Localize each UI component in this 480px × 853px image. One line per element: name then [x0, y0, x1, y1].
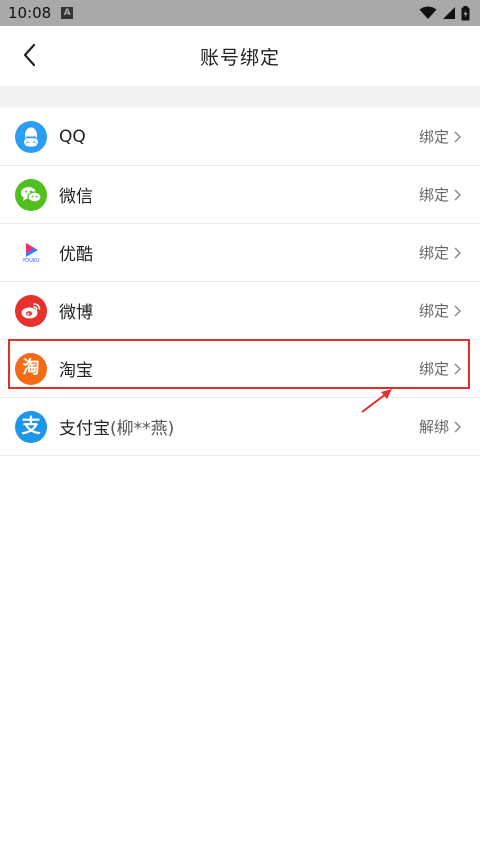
youku-wordmark: YOUKU	[22, 257, 40, 264]
notification-icon: A	[61, 7, 74, 19]
bind-button[interactable]: 绑定	[419, 358, 461, 379]
bind-button[interactable]: 绑定	[419, 300, 461, 321]
wifi-icon	[419, 6, 437, 20]
chevron-right-icon	[454, 362, 461, 375]
nav-bar: 账号绑定	[0, 26, 480, 86]
chevron-right-icon	[454, 304, 461, 317]
account-name: 优酷	[59, 245, 93, 265]
taobao-icon: 淘	[15, 352, 47, 385]
qq-icon	[15, 120, 47, 153]
bind-button[interactable]: 绑定	[419, 184, 461, 205]
action-label: 绑定	[418, 244, 449, 262]
account-list: QQ 绑定 微信 绑定 YOUKU 优酷 绑定 微博 绑定 淘 淘宝 绑定 支 …	[0, 108, 480, 456]
page-title: 账号绑定	[199, 46, 280, 69]
chevron-right-icon	[454, 246, 461, 259]
weibo-icon	[15, 294, 47, 327]
account-row-wechat[interactable]: 微信 绑定	[0, 166, 480, 224]
bind-button[interactable]: 绑定	[419, 242, 461, 263]
status-icons	[419, 5, 470, 21]
account-row-youku[interactable]: YOUKU 优酷 绑定	[0, 224, 480, 282]
status-time: 10:08	[8, 4, 52, 22]
bind-button[interactable]: 绑定	[419, 126, 461, 147]
account-name: 淘宝	[59, 361, 93, 381]
action-label: 绑定	[418, 186, 449, 204]
action-label: 绑定	[418, 302, 449, 320]
chevron-right-icon	[454, 188, 461, 201]
alipay-icon: 支	[15, 410, 47, 443]
alipay-glyph: 支	[21, 415, 41, 437]
action-label: 绑定	[418, 128, 449, 146]
account-name: QQ	[59, 126, 86, 147]
wechat-icon	[15, 178, 47, 211]
action-label: 绑定	[418, 360, 449, 378]
account-name: 支付宝(柳**燕)	[59, 419, 175, 439]
account-row-qq[interactable]: QQ 绑定	[0, 108, 480, 166]
chevron-right-icon	[454, 130, 461, 143]
account-holder: (柳**燕)	[110, 419, 175, 439]
unbind-button[interactable]: 解绑	[419, 416, 461, 437]
action-label: 解绑	[418, 418, 449, 436]
account-name: 微信	[59, 187, 93, 207]
section-divider	[0, 86, 480, 108]
account-row-alipay[interactable]: 支 支付宝(柳**燕) 解绑	[0, 398, 480, 456]
account-name: 微博	[59, 303, 93, 323]
back-button[interactable]	[14, 41, 46, 73]
account-row-weibo[interactable]: 微博 绑定	[0, 282, 480, 340]
taobao-glyph: 淘	[22, 358, 40, 378]
signal-icon	[442, 6, 456, 20]
account-row-taobao[interactable]: 淘 淘宝 绑定	[0, 340, 480, 398]
battery-icon	[461, 5, 470, 21]
chevron-left-icon	[22, 43, 38, 71]
chevron-right-icon	[454, 420, 461, 433]
youku-icon: YOUKU	[15, 236, 47, 269]
status-bar: 10:08 A	[0, 0, 480, 26]
